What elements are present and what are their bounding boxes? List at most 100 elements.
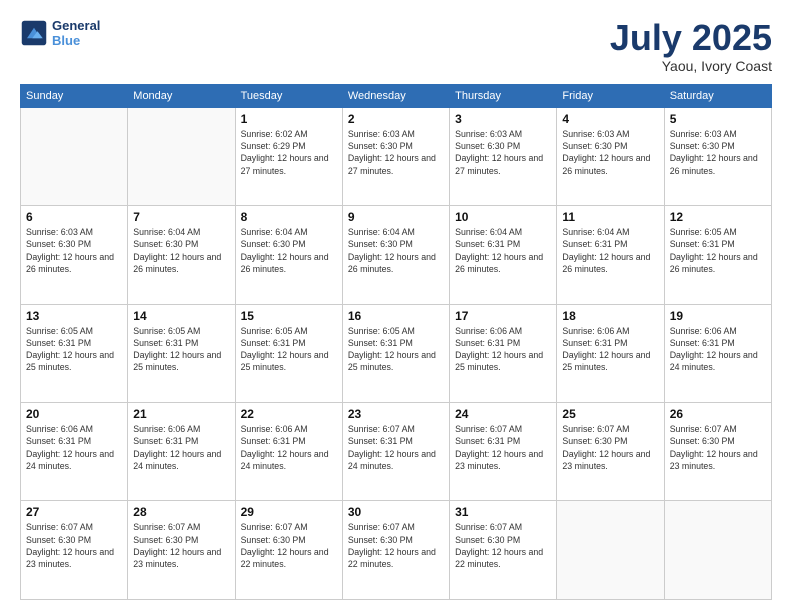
day-number: 5 (670, 112, 766, 126)
calendar-cell: 18 Sunrise: 6:06 AM Sunset: 6:31 PM Dayli… (557, 304, 664, 402)
weekday-header: Sunday (21, 84, 128, 107)
page: General Blue July 2025 Yaou, Ivory Coast… (0, 0, 792, 612)
calendar-cell: 23 Sunrise: 6:07 AM Sunset: 6:31 PM Dayli… (342, 403, 449, 501)
day-number: 8 (241, 210, 337, 224)
day-info: Sunrise: 6:05 AM Sunset: 6:31 PM Dayligh… (241, 325, 337, 374)
day-info: Sunrise: 6:04 AM Sunset: 6:30 PM Dayligh… (133, 226, 229, 275)
day-number: 29 (241, 505, 337, 519)
day-info: Sunrise: 6:06 AM Sunset: 6:31 PM Dayligh… (241, 423, 337, 472)
day-number: 9 (348, 210, 444, 224)
day-info: Sunrise: 6:03 AM Sunset: 6:30 PM Dayligh… (348, 128, 444, 177)
day-number: 14 (133, 309, 229, 323)
calendar-week-row: 20Sunrise: 6:06 AM Sunset: 6:31 PM Dayli… (21, 403, 772, 501)
calendar-cell: 22Sunrise: 6:06 AM Sunset: 6:31 PM Dayli… (235, 403, 342, 501)
day-info: Sunrise: 6:07 AM Sunset: 6:31 PM Dayligh… (455, 423, 551, 472)
day-number: 6 (26, 210, 122, 224)
day-info: Sunrise: 6:06 AM Sunset: 6:31 PM Dayligh… (670, 325, 766, 374)
day-number: 30 (348, 505, 444, 519)
logo: General Blue (20, 18, 100, 48)
location: Yaou, Ivory Coast (610, 58, 772, 74)
calendar-cell: 21 Sunrise: 6:06 AM Sunset: 6:31 PM Dayli… (128, 403, 235, 501)
calendar-cell: 12Sunrise: 6:05 AM Sunset: 6:31 PM Dayli… (664, 206, 771, 304)
calendar-week-row: 1 Sunrise: 6:02 AM Sunset: 6:29 PM Daylig… (21, 107, 772, 205)
calendar-cell: 5Sunrise: 6:03 AM Sunset: 6:30 PM Daylig… (664, 107, 771, 205)
calendar-cell: 24 Sunrise: 6:07 AM Sunset: 6:31 PM Dayli… (450, 403, 557, 501)
calendar-week-row: 27Sunrise: 6:07 AM Sunset: 6:30 PM Dayli… (21, 501, 772, 600)
calendar-cell: 17Sunrise: 6:06 AM Sunset: 6:31 PM Dayli… (450, 304, 557, 402)
calendar-cell: 20Sunrise: 6:06 AM Sunset: 6:31 PM Dayli… (21, 403, 128, 501)
day-info: Sunrise: 6:04 AM Sunset: 6:30 PM Dayligh… (241, 226, 337, 275)
day-number: 23 (348, 407, 444, 421)
day-number: 16 (348, 309, 444, 323)
calendar-cell: 25Sunrise: 6:07 AM Sunset: 6:30 PM Dayli… (557, 403, 664, 501)
calendar-cell: 10Sunrise: 6:04 AM Sunset: 6:31 PM Dayli… (450, 206, 557, 304)
day-number: 26 (670, 407, 766, 421)
calendar-cell: 9 Sunrise: 6:04 AM Sunset: 6:30 PM Daylig… (342, 206, 449, 304)
day-info: Sunrise: 6:04 AM Sunset: 6:31 PM Dayligh… (562, 226, 658, 275)
calendar-table: SundayMondayTuesdayWednesdayThursdayFrid… (20, 84, 772, 600)
day-number: 13 (26, 309, 122, 323)
calendar-cell: 7 Sunrise: 6:04 AM Sunset: 6:30 PM Daylig… (128, 206, 235, 304)
day-info: Sunrise: 6:05 AM Sunset: 6:31 PM Dayligh… (348, 325, 444, 374)
day-number: 25 (562, 407, 658, 421)
day-info: Sunrise: 6:07 AM Sunset: 6:30 PM Dayligh… (26, 521, 122, 570)
calendar-cell: 15 Sunrise: 6:05 AM Sunset: 6:31 PM Dayli… (235, 304, 342, 402)
calendar-cell: 14 Sunrise: 6:05 AM Sunset: 6:31 PM Dayli… (128, 304, 235, 402)
day-info: Sunrise: 6:06 AM Sunset: 6:31 PM Dayligh… (455, 325, 551, 374)
weekday-header: Thursday (450, 84, 557, 107)
calendar-cell: 2 Sunrise: 6:03 AM Sunset: 6:30 PM Daylig… (342, 107, 449, 205)
day-number: 11 (562, 210, 658, 224)
calendar-cell (557, 501, 664, 600)
day-number: 15 (241, 309, 337, 323)
day-number: 7 (133, 210, 229, 224)
day-info: Sunrise: 6:07 AM Sunset: 6:30 PM Dayligh… (133, 521, 229, 570)
day-info: Sunrise: 6:05 AM Sunset: 6:31 PM Dayligh… (670, 226, 766, 275)
calendar-cell: 29 Sunrise: 6:07 AM Sunset: 6:30 PM Dayli… (235, 501, 342, 600)
day-info: Sunrise: 6:02 AM Sunset: 6:29 PM Dayligh… (241, 128, 337, 177)
day-info: Sunrise: 6:07 AM Sunset: 6:30 PM Dayligh… (241, 521, 337, 570)
day-info: Sunrise: 6:06 AM Sunset: 6:31 PM Dayligh… (26, 423, 122, 472)
calendar-cell: 3 Sunrise: 6:03 AM Sunset: 6:30 PM Daylig… (450, 107, 557, 205)
day-number: 24 (455, 407, 551, 421)
day-info: Sunrise: 6:03 AM Sunset: 6:30 PM Dayligh… (26, 226, 122, 275)
calendar-cell: 28 Sunrise: 6:07 AM Sunset: 6:30 PM Dayli… (128, 501, 235, 600)
calendar-cell (128, 107, 235, 205)
day-info: Sunrise: 6:05 AM Sunset: 6:31 PM Dayligh… (133, 325, 229, 374)
month-title: July 2025 (610, 18, 772, 58)
logo-text: General Blue (52, 18, 100, 48)
day-number: 1 (241, 112, 337, 126)
day-info: Sunrise: 6:06 AM Sunset: 6:31 PM Dayligh… (133, 423, 229, 472)
calendar-week-row: 6 Sunrise: 6:03 AM Sunset: 6:30 PM Daylig… (21, 206, 772, 304)
day-number: 19 (670, 309, 766, 323)
day-info: Sunrise: 6:06 AM Sunset: 6:31 PM Dayligh… (562, 325, 658, 374)
calendar-cell: 26 Sunrise: 6:07 AM Sunset: 6:30 PM Dayli… (664, 403, 771, 501)
weekday-header: Monday (128, 84, 235, 107)
calendar-cell: 16 Sunrise: 6:05 AM Sunset: 6:31 PM Dayli… (342, 304, 449, 402)
weekday-header: Wednesday (342, 84, 449, 107)
weekday-header: Saturday (664, 84, 771, 107)
day-number: 2 (348, 112, 444, 126)
calendar-cell: 27Sunrise: 6:07 AM Sunset: 6:30 PM Dayli… (21, 501, 128, 600)
calendar-cell: 13Sunrise: 6:05 AM Sunset: 6:31 PM Dayli… (21, 304, 128, 402)
day-info: Sunrise: 6:07 AM Sunset: 6:31 PM Dayligh… (348, 423, 444, 472)
weekday-header: Friday (557, 84, 664, 107)
calendar-cell (21, 107, 128, 205)
day-info: Sunrise: 6:07 AM Sunset: 6:30 PM Dayligh… (455, 521, 551, 570)
calendar-cell: 8 Sunrise: 6:04 AM Sunset: 6:30 PM Daylig… (235, 206, 342, 304)
day-number: 18 (562, 309, 658, 323)
day-number: 28 (133, 505, 229, 519)
calendar-cell (664, 501, 771, 600)
day-number: 21 (133, 407, 229, 421)
day-info: Sunrise: 6:03 AM Sunset: 6:30 PM Dayligh… (455, 128, 551, 177)
day-info: Sunrise: 6:07 AM Sunset: 6:30 PM Dayligh… (670, 423, 766, 472)
title-block: July 2025 Yaou, Ivory Coast (610, 18, 772, 74)
day-info: Sunrise: 6:04 AM Sunset: 6:30 PM Dayligh… (348, 226, 444, 275)
weekday-header: Tuesday (235, 84, 342, 107)
day-number: 3 (455, 112, 551, 126)
calendar-cell: 31Sunrise: 6:07 AM Sunset: 6:30 PM Dayli… (450, 501, 557, 600)
day-info: Sunrise: 6:04 AM Sunset: 6:31 PM Dayligh… (455, 226, 551, 275)
day-info: Sunrise: 6:07 AM Sunset: 6:30 PM Dayligh… (348, 521, 444, 570)
day-info: Sunrise: 6:03 AM Sunset: 6:30 PM Dayligh… (562, 128, 658, 177)
calendar-week-row: 13 Sunrise: 6:05 AM Sunset: 6:31 PM Dayli… (21, 304, 772, 402)
header: General Blue July 2025 Yaou, Ivory Coast (20, 18, 772, 74)
